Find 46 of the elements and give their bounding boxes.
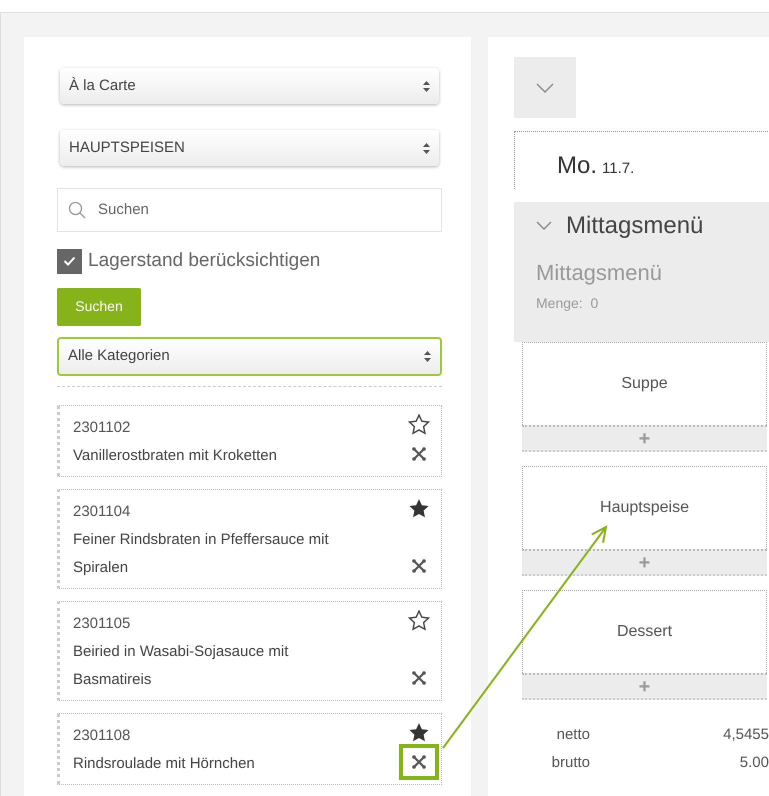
move-icon[interactable] xyxy=(412,670,426,684)
weekday-label: Mo. xyxy=(557,151,598,181)
search-field[interactable]: Suchen xyxy=(57,188,442,232)
search-icon xyxy=(68,201,86,219)
select-arrows-icon xyxy=(424,350,431,362)
select-field[interactable]: À la Carte xyxy=(60,68,439,104)
item-card[interactable]: 2301102 Vanillerostbraten mit Kroketten xyxy=(57,404,442,476)
date-label: 11.7. xyxy=(602,159,634,179)
quantity-label: Menge: 0 xyxy=(536,294,600,313)
total-value: 4,5455 xyxy=(722,725,769,745)
chevron-down-icon[interactable] xyxy=(536,221,552,231)
move-icon[interactable] xyxy=(412,754,426,768)
move-icon[interactable] xyxy=(412,446,426,460)
item-card[interactable]: 2301104 Feiner Rindsbraten in Pfeffersauce mit Spiralen xyxy=(57,488,442,588)
item-name: Beiried in Wasabi-Sojasauce mit Basmatireis xyxy=(73,642,290,690)
menu-title: Mittagsmenü xyxy=(566,211,704,241)
select-field[interactable]: HAUPTSPEISEN xyxy=(60,130,439,166)
course-label: Hauptspeise xyxy=(600,498,689,518)
total-value: 5.00 xyxy=(738,752,769,772)
select-arrows-icon xyxy=(423,80,430,92)
checkbox[interactable] xyxy=(57,248,82,274)
star-icon[interactable] xyxy=(408,722,430,744)
checkbox-label: Lagerstand berücksichtigen xyxy=(88,249,320,273)
total-label: brutto xyxy=(550,752,590,772)
select-field[interactable]: Alle Kategorien xyxy=(57,336,442,376)
item-card[interactable]: 2301108 Rindsroulade mit Hörnchen xyxy=(57,712,442,784)
item-number: 2301105 xyxy=(73,614,132,634)
search-input[interactable]: Suchen xyxy=(98,198,431,222)
select-arrows-icon xyxy=(423,142,430,154)
item-name: Vanillerostbraten mit Kroketten xyxy=(73,446,278,466)
star-icon[interactable] xyxy=(408,498,430,520)
item-card[interactable]: 2301105 Beiried in Wasabi-Sojasauce mit Basmatireis xyxy=(57,600,442,700)
item-number: 2301102 xyxy=(73,418,132,438)
total-label: netto xyxy=(556,725,590,745)
item-name: Rindsroulade mit Hörnchen xyxy=(73,754,256,774)
menu-name: Mittagsmenü xyxy=(536,259,663,287)
star-icon[interactable] xyxy=(408,414,430,436)
course-label: Dessert xyxy=(616,622,672,642)
course-label: Suppe xyxy=(621,374,668,394)
item-number: 2301108 xyxy=(73,726,132,746)
item-number: 2301104 xyxy=(73,502,132,522)
star-icon[interactable] xyxy=(408,610,430,632)
chevron-down-icon xyxy=(536,82,554,92)
checkmark-icon xyxy=(63,256,76,266)
item-name: Feiner Rindsbraten in Pfeffersauce mit Spiralen xyxy=(73,530,330,578)
move-icon[interactable] xyxy=(412,558,426,572)
